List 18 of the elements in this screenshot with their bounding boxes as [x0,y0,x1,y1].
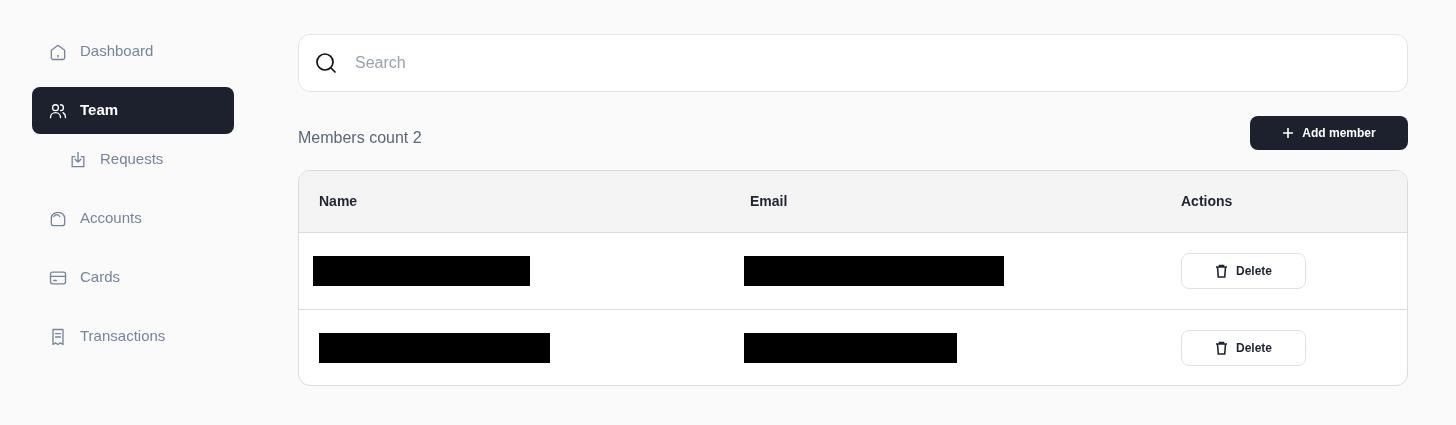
search-icon [314,51,338,75]
search-field[interactable]: Search [298,34,1408,92]
sidebar-item[interactable]: Cards [32,254,234,301]
sidebar-item[interactable]: Dashboard [32,28,234,75]
delete-button[interactable]: Delete [1181,329,1306,366]
trash-icon [1215,264,1228,278]
column-header: Actions [1181,192,1234,211]
members-count: Members count 2 [298,128,422,148]
sidebar-item[interactable]: Team [32,87,234,134]
delete-button[interactable]: Delete [1181,253,1306,289]
column-header: Email [750,192,789,211]
column-header: Name [319,192,359,211]
sidebar-item[interactable]: Transactions [32,313,234,360]
add-member-button[interactable]: Add member [1250,116,1408,150]
trash-icon [1215,340,1228,355]
plus-icon [1282,127,1295,139]
sidebar-item[interactable]: Requests [32,136,234,183]
sidebar-item[interactable]: Accounts [32,195,234,242]
